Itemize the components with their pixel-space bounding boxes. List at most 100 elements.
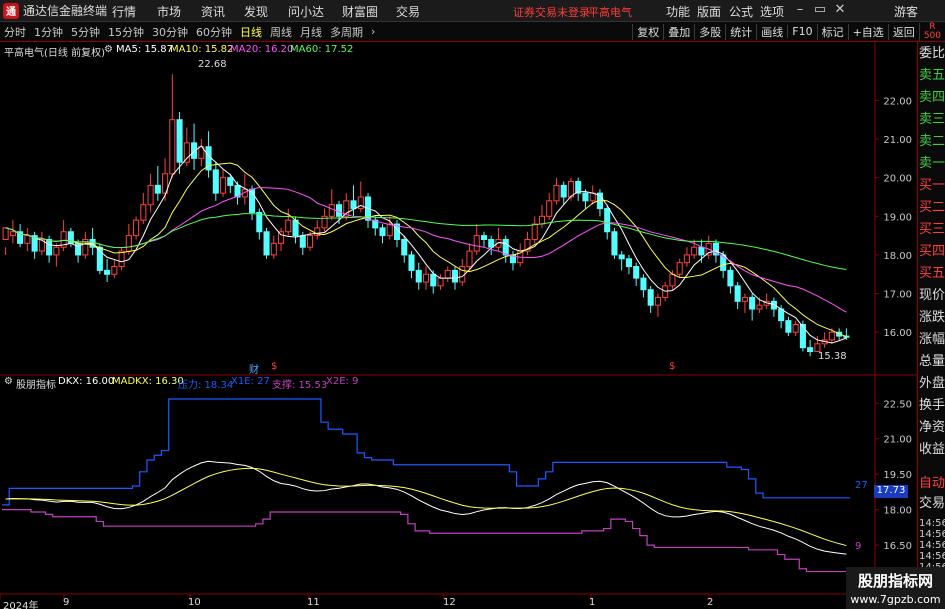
candle-down: [212, 169, 219, 194]
candle-down: [256, 211, 263, 233]
x1e-label: X1E: 27: [231, 376, 270, 387]
ma60-label: MA60: 17.52: [290, 44, 354, 55]
fuquan-button[interactable]: 复权: [632, 23, 663, 40]
r-badge[interactable]: R 500: [918, 22, 945, 41]
indicator-name: 股朋指标: [16, 380, 56, 391]
dividend-marker[interactable]: $: [669, 361, 675, 372]
period-fenshi[interactable]: 分时: [0, 24, 30, 40]
duogu-button[interactable]: 多股: [694, 23, 725, 40]
menu-item-gongshi[interactable]: 公式: [729, 3, 753, 20]
candle-down: [734, 285, 741, 302]
candle-down: [401, 238, 408, 256]
candle-down: [560, 184, 567, 198]
period-weekly[interactable]: 周线: [266, 24, 296, 40]
candle-up: [133, 219, 140, 237]
pressure-label: 压力: 18.34: [178, 380, 234, 391]
candle-up: [2, 227, 9, 240]
period-toolbar: 分时 1分钟 5分钟 15分钟 30分钟 60分钟 日线 周线 月线 多周期 ›…: [0, 22, 945, 42]
candle-up: [270, 242, 277, 256]
toolbar-dropdown-icon[interactable]: ›: [367, 25, 379, 38]
candle-down: [618, 254, 625, 260]
x1e-end-label: 27: [855, 480, 868, 491]
quote-item-14: 总量: [919, 354, 945, 369]
period-60min[interactable]: 60分钟: [192, 24, 236, 40]
candle-down: [75, 242, 82, 256]
menu-item-hangqing[interactable]: 行情: [112, 3, 136, 20]
candle-up: [306, 235, 314, 248]
candle-down: [502, 238, 509, 256]
f10-button[interactable]: F10: [787, 25, 816, 38]
close-button[interactable]: ✕: [830, 2, 850, 17]
dkx-line: [5, 460, 847, 555]
candle-down: [611, 231, 618, 256]
price-tick-label: 22.00: [883, 96, 912, 107]
menu-item-caifuquan[interactable]: 财富圈: [342, 3, 378, 20]
price-tick-label: 19.00: [883, 212, 912, 223]
candle-up: [531, 223, 538, 240]
menu-item-wenxiaoda[interactable]: 问小达: [288, 3, 324, 20]
quote-item-3: 卖三: [919, 112, 945, 127]
price-tick-label: 16.00: [883, 328, 912, 339]
candle-down: [451, 269, 459, 283]
candle-down: [633, 266, 640, 279]
candle-up: [24, 235, 31, 244]
add-watchlist-button[interactable]: +自选: [847, 23, 888, 40]
trade-tab[interactable]: 交易: [919, 494, 945, 514]
auto-trade-toggle[interactable]: 自动: [919, 474, 945, 494]
quote-item-17: 净资: [919, 420, 945, 435]
period-5min[interactable]: 5分钟: [67, 24, 104, 40]
period-15min[interactable]: 15分钟: [104, 24, 148, 40]
login-notice[interactable]: 证券交易未登录: [513, 4, 590, 20]
quote-item-4: 卖二: [919, 134, 945, 149]
tick-time: 14:56: [919, 529, 945, 540]
back-button[interactable]: 返回: [887, 23, 919, 40]
menu-item-gongneng[interactable]: 功能: [666, 3, 690, 20]
period-daily[interactable]: 日线: [236, 24, 266, 40]
candle-up: [285, 219, 292, 233]
menu-item-shichang[interactable]: 市场: [157, 3, 181, 20]
chart-area[interactable]: 16.0017.0018.0019.0020.0021.0022.0015.00…: [0, 42, 917, 609]
candle-up: [683, 254, 690, 264]
quote-item-18: 收益: [919, 442, 945, 457]
candle-up: [654, 296, 661, 306]
candle-up: [9, 231, 16, 237]
menu-item-zixun[interactable]: 资讯: [201, 3, 225, 20]
restore-button[interactable]: ▭: [810, 2, 830, 17]
biaoji-button[interactable]: 标记: [816, 23, 848, 40]
price-tick-label: 17.00: [883, 290, 912, 301]
indicator-tick-label: 16.50: [883, 541, 912, 552]
quote-item-13: 涨幅: [919, 332, 945, 347]
minimize-button[interactable]: –: [790, 2, 810, 17]
indicator-settings-icon[interactable]: ⚙: [4, 376, 13, 387]
indicator-tick-label: 21.00: [883, 435, 912, 446]
menu-item-jiaoyi[interactable]: 交易: [396, 3, 420, 20]
period-1min[interactable]: 1分钟: [30, 24, 67, 40]
period-30min[interactable]: 30分钟: [148, 24, 192, 40]
x-axis-label: 2024年: [3, 601, 39, 609]
period-monthly[interactable]: 月线: [296, 24, 326, 40]
settings-icon[interactable]: ⚙: [104, 44, 113, 55]
menu-item-banmian[interactable]: 版面: [697, 3, 721, 20]
ma5-label: MA5: 15.87: [116, 44, 174, 55]
diejia-button[interactable]: 叠加: [663, 23, 694, 40]
ma10-label: MA10: 15.82: [170, 44, 234, 55]
finance-marker[interactable]: 财: [249, 361, 259, 376]
huaxian-button[interactable]: 画线: [756, 23, 787, 40]
support-label: 支撑: 15.53: [272, 380, 328, 391]
guest-login[interactable]: 游客: [894, 3, 918, 20]
quote-item-15: 外盘: [919, 376, 945, 391]
indicator-tick-label: 22.50: [883, 399, 912, 410]
candle-down: [263, 231, 270, 256]
period-multi[interactable]: 多周期: [326, 24, 367, 40]
menu-item-faxian[interactable]: 发现: [244, 3, 268, 20]
dividend-marker[interactable]: $: [271, 361, 277, 372]
tongji-button[interactable]: 统计: [725, 23, 756, 40]
price-tick-label: 18.00: [883, 251, 912, 262]
x-axis-label: 11: [307, 597, 320, 608]
candle-down: [176, 119, 183, 163]
menu-item-xuanxiang[interactable]: 选项: [760, 3, 784, 20]
candle-up: [422, 273, 430, 283]
candle-up: [169, 119, 176, 175]
app-title: 通达信金融终端: [23, 4, 108, 18]
candle-up: [473, 235, 480, 252]
